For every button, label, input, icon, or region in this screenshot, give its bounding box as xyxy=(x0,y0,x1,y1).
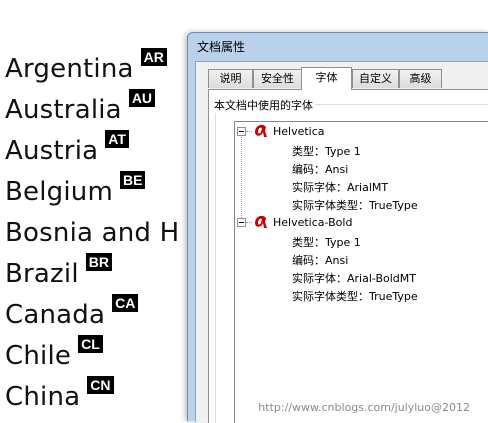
font-tree[interactable]: Helvetica 类型：Type 1 编码：Ansi 实际字体：ArialMT… xyxy=(234,121,488,423)
country-item: Austria AT xyxy=(5,130,129,166)
country-code-badge: AU xyxy=(128,89,156,107)
country-name: Canada xyxy=(5,300,106,330)
font-property: 编码：Ansi xyxy=(292,163,349,176)
font-property: 实际字体：Arial-BoldMT xyxy=(292,272,417,285)
country-name: Brazil xyxy=(5,259,79,289)
country-item: China CN xyxy=(5,376,114,412)
country-name: Australia xyxy=(5,95,122,125)
tab-security[interactable]: 安全性 xyxy=(253,69,302,88)
country-item: Argentina AR xyxy=(5,48,167,84)
tab-advanced[interactable]: 高级 xyxy=(399,69,442,88)
font-type-icon xyxy=(255,124,267,137)
country-name: Bosnia and H xyxy=(5,218,180,248)
font-property: 实际字体类型：TrueType xyxy=(292,199,418,212)
country-name: Austria xyxy=(5,136,99,166)
country-name: Argentina xyxy=(5,54,134,84)
watermark: http://www.cnblogs.com/julyluo@2012 xyxy=(258,401,470,414)
country-code-badge: CL xyxy=(78,335,103,353)
tab-custom[interactable]: 自定义 xyxy=(352,69,399,88)
country-code-badge: BR xyxy=(85,253,112,271)
country-item: Belgium BE xyxy=(5,171,146,207)
collapse-icon[interactable] xyxy=(237,127,246,136)
country-item: Canada CA xyxy=(5,294,139,330)
country-code-badge: CA xyxy=(112,294,139,312)
document-properties-dialog: 文档属性 说明 安全性 字体 自定义 高级 本文档中使用的字体 Helvetic… xyxy=(187,32,488,423)
font-property: 类型：Type 1 xyxy=(292,145,361,158)
font-property: 类型：Type 1 xyxy=(292,236,361,249)
country-code-badge: BE xyxy=(120,171,146,189)
font-property: 编码：Ansi xyxy=(292,254,349,267)
country-code-badge: AT xyxy=(105,130,129,148)
fonts-group-label: 本文档中使用的字体 xyxy=(214,97,315,113)
country-code-badge: AR xyxy=(140,48,167,66)
country-item: Brazil BR xyxy=(5,253,112,289)
country-item: Bosnia and H xyxy=(5,218,179,248)
collapse-icon[interactable] xyxy=(237,218,246,227)
country-name: Belgium xyxy=(5,177,113,207)
dialog-body: 说明 安全性 字体 自定义 高级 本文档中使用的字体 Helvetica 类型：… xyxy=(195,61,488,423)
tab-description[interactable]: 说明 xyxy=(208,69,253,88)
country-item: Australia AU xyxy=(5,89,156,125)
country-item: Chile CL xyxy=(5,335,103,371)
tab-fonts[interactable]: 字体 xyxy=(301,67,352,90)
font-name[interactable]: Helvetica-Bold xyxy=(273,216,352,229)
dialog-title: 文档属性 xyxy=(197,40,246,54)
country-name: Chile xyxy=(5,341,72,371)
font-type-icon xyxy=(255,215,267,228)
tree-connector xyxy=(241,135,242,226)
country-code-badge: CN xyxy=(87,376,114,394)
font-property: 实际字体类型：TrueType xyxy=(292,290,418,303)
font-name[interactable]: Helvetica xyxy=(273,125,325,138)
country-name: China xyxy=(5,382,81,412)
font-property: 实际字体：ArialMT xyxy=(292,181,389,194)
